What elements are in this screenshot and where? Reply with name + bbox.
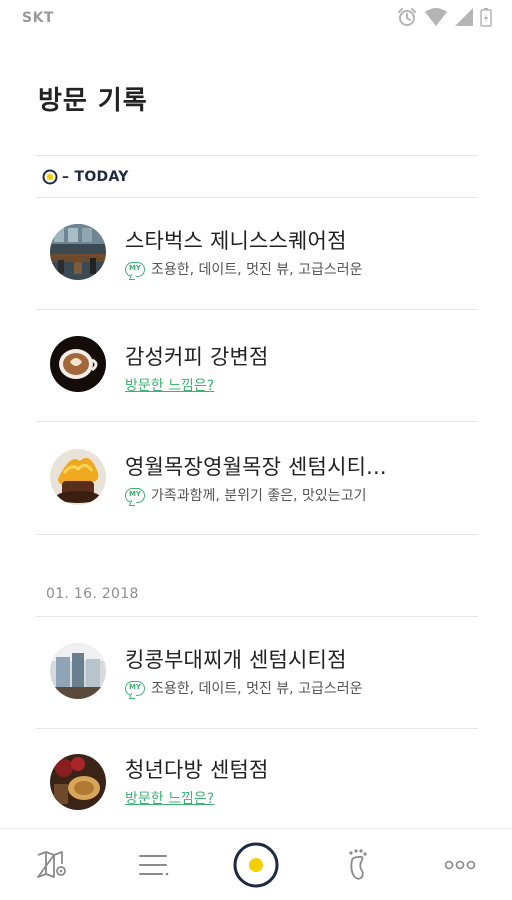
visit-tags: MY 가족과함께, 분위기 좋은, 맛있는고기: [125, 485, 366, 505]
divider: [36, 534, 478, 535]
list-item[interactable]: 스타벅스 제니스스퀘어점 MY 조용한, 데이트, 멋진 뷰, 고급스러운: [36, 197, 478, 309]
visit-tags: MY 조용한, 데이트, 멋진 뷰, 고급스러운: [125, 259, 362, 279]
visit-prompt: 방문한 느낌은?: [125, 788, 214, 808]
section-label: – TODAY: [62, 169, 129, 185]
bottom-navigation: [0, 828, 512, 900]
visit-tags: MY 조용한, 데이트, 멋진 뷰, 고급스러운: [125, 678, 362, 698]
nav-footprint-button[interactable]: [318, 829, 398, 900]
signal-icon: [455, 8, 473, 26]
visit-feedback-link[interactable]: 방문한 느낌은?: [125, 375, 214, 395]
status-icons: [396, 6, 492, 28]
nav-record-button[interactable]: [216, 829, 296, 900]
list-item[interactable]: 감성커피 강변점 방문한 느낌은?: [36, 309, 478, 421]
visit-prompt: 방문한 느낌은?: [125, 375, 214, 395]
my-review-badge: MY: [125, 487, 145, 503]
menu-icon: [139, 855, 169, 876]
nav-more-button[interactable]: [420, 829, 500, 900]
place-name: 영월목장영월목장 센텀시티...: [125, 455, 387, 479]
alarm-icon: [398, 8, 416, 26]
place-name: 스타벅스 제니스스퀘어점: [125, 229, 347, 253]
tag-list: 조용한, 데이트, 멋진 뷰, 고급스러운: [151, 262, 363, 278]
visit-feedback-link[interactable]: 방문한 느낌은?: [125, 788, 214, 808]
tag-list: 가족과함께, 분위기 좋은, 맛있는고기: [151, 488, 367, 504]
carrier-label: SKT: [22, 10, 54, 26]
place-thumbnail: [50, 643, 106, 699]
place-thumbnail: [50, 336, 106, 392]
place-name: 킹콩부대찌개 센텀시티점: [125, 648, 347, 672]
divider: [36, 155, 478, 156]
battery-icon: [480, 8, 492, 27]
footprint-icon: [349, 849, 367, 880]
list-item[interactable]: 영월목장영월목장 센텀시티... MY 가족과함께, 분위기 좋은, 맛있는고기: [36, 421, 478, 533]
tag-list: 조용한, 데이트, 멋진 뷰, 고급스러운: [151, 681, 363, 697]
place-name: 감성커피 강변점: [125, 345, 269, 369]
place-thumbnail: [50, 224, 106, 280]
my-review-badge: MY: [125, 680, 145, 696]
place-thumbnail: [50, 449, 106, 505]
nav-list-button[interactable]: [114, 829, 194, 900]
status-bar: SKT: [0, 0, 512, 34]
my-review-badge: MY: [125, 261, 145, 277]
map-icon: [37, 851, 66, 878]
record-dot-icon: [42, 169, 58, 185]
section-header-today: – TODAY: [42, 166, 129, 188]
list-item[interactable]: 청년다방 센텀점 방문한 느낌은?: [36, 728, 478, 840]
section-header-date: 01. 16. 2018: [46, 586, 139, 602]
wifi-icon: [425, 8, 447, 26]
record-icon: [233, 842, 279, 888]
nav-map-button[interactable]: [12, 829, 92, 900]
page-title: 방문 기록: [38, 86, 148, 116]
place-name: 청년다방 센텀점: [125, 758, 269, 782]
place-thumbnail: [50, 754, 106, 810]
list-item[interactable]: 킹콩부대찌개 센텀시티점 MY 조용한, 데이트, 멋진 뷰, 고급스러운: [36, 616, 478, 728]
more-icon: [444, 860, 476, 870]
